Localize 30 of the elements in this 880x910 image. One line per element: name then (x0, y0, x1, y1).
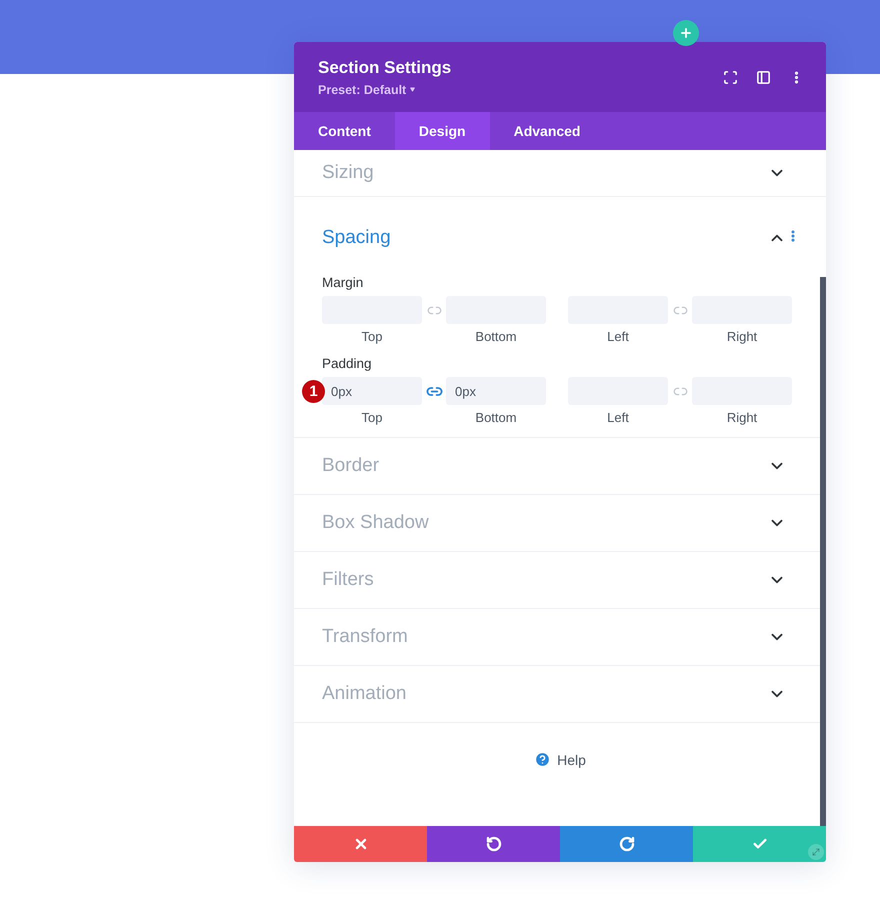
tab[interactable]: Advanced (490, 112, 604, 150)
plus-icon (679, 26, 693, 40)
undo-icon (486, 836, 502, 852)
preset-dropdown[interactable]: Preset: Default (318, 82, 452, 96)
caret-icon (410, 87, 416, 92)
input-caption: Top (362, 410, 382, 425)
resize-icon[interactable] (808, 844, 824, 860)
input-field[interactable]: 0px (322, 377, 422, 405)
input-caption: Right (726, 410, 758, 425)
input-caption: Bottom (475, 329, 517, 344)
input-caption: Left (607, 329, 629, 344)
input-caption: Top (362, 329, 382, 344)
field-label: Padding (322, 356, 373, 371)
help-link[interactable]: Help (534, 751, 586, 768)
input-caption: Right (726, 329, 758, 344)
input-caption: Left (607, 410, 629, 425)
undo-button[interactable] (427, 826, 560, 862)
focus-icon[interactable] (723, 70, 738, 84)
tab[interactable]: Design (394, 112, 490, 150)
panel-title: Section Settings (318, 58, 452, 78)
help-icon (534, 751, 552, 768)
tab[interactable]: Content (294, 112, 395, 150)
redo-icon (618, 836, 634, 852)
section-title[interactable]: Spacing (322, 227, 391, 249)
sidebar-icon[interactable] (756, 70, 771, 84)
add-button[interactable] (673, 20, 699, 46)
input-field[interactable]: 0px (446, 377, 546, 405)
input-caption: Bottom (475, 410, 517, 425)
field-label: Margin (322, 275, 364, 290)
redo-button[interactable] (560, 826, 693, 862)
